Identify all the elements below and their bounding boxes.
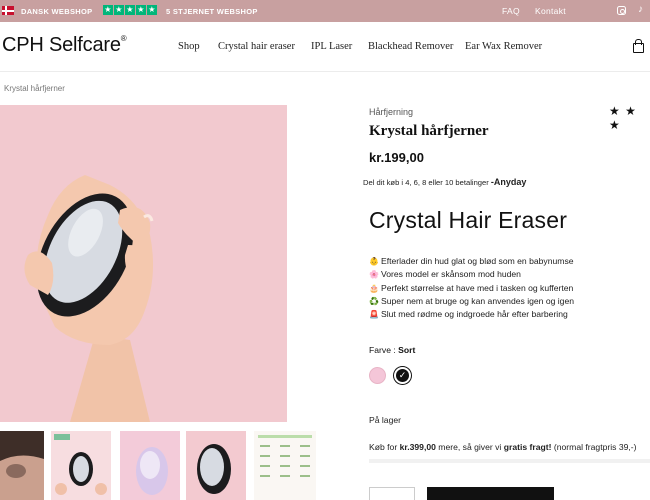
- thumbnail-2[interactable]: [51, 431, 111, 500]
- selected-color: Sort: [398, 345, 416, 355]
- announcement-bar: DANSK WEBSHOP ★ ★ ★ ★ ★ 5 STJERNET WEBSH…: [0, 0, 650, 22]
- check-icon: ✓: [398, 370, 407, 380]
- breadcrumb[interactable]: Krystal hårfjerner: [4, 84, 65, 93]
- nav-item-crystal-hair-eraser[interactable]: Crystal hair eraser: [218, 41, 295, 52]
- star-icon: ★: [103, 5, 113, 15]
- feature-item: 🚨 Slut med rødme og indgroede hår efter b…: [369, 308, 574, 321]
- anyday-logo: -Anyday: [490, 177, 527, 187]
- thumbnail-3[interactable]: [120, 431, 180, 500]
- feature-item: 🌸 Vores model er skånsom mod huden: [369, 268, 574, 281]
- flower-icon: 🌸: [369, 270, 379, 280]
- trustpilot-stars: ★ ★ ★ ★ ★: [103, 5, 157, 15]
- split-payment-text: Del dit køb i 4, 6, 8 eller 10 betalinge…: [363, 178, 489, 187]
- siren-icon: 🚨: [369, 310, 379, 320]
- thumbnail-5[interactable]: [254, 431, 316, 500]
- star-icon: ★: [125, 5, 135, 15]
- add-to-cart-button[interactable]: [427, 487, 554, 500]
- free-shipping-progress-bar: [369, 459, 650, 463]
- five-star-webshop-label: 5 STJERNET WEBSHOP: [166, 7, 258, 16]
- stock-status: På lager: [369, 415, 402, 425]
- color-swatch-black[interactable]: ✓: [394, 367, 411, 384]
- recycle-icon: ♻️: [369, 296, 379, 306]
- feature-item: ♻️ Super nem at bruge og kan anvendes ige…: [369, 295, 574, 308]
- product-price: kr.199,00: [369, 150, 424, 165]
- rating-stars[interactable]: ★ ★ ★: [609, 104, 650, 132]
- product-main-image[interactable]: [0, 105, 287, 422]
- feature-item: 🎂 Perfekt størrelse at have med i tasken …: [369, 282, 574, 295]
- bag-icon[interactable]: [633, 39, 644, 53]
- color-swatch-pink[interactable]: [369, 367, 386, 384]
- product-hero-title: Crystal Hair Eraser: [369, 207, 568, 233]
- danish-webshop-label: DANSK WEBSHOP: [21, 7, 93, 16]
- danish-flag-icon: [2, 6, 14, 15]
- site-header: CPH Selfcare® Shop Crystal hair eraser I…: [0, 22, 650, 72]
- quantity-stepper[interactable]: [369, 487, 415, 500]
- thumbnail-4[interactable]: [186, 431, 246, 500]
- hand-holding-eraser-illustration: [0, 105, 287, 422]
- star-icon: ★: [147, 5, 157, 15]
- product-title: Krystal hårfjerner: [369, 123, 489, 139]
- cake-icon: 🎂: [369, 283, 379, 293]
- instagram-icon[interactable]: [617, 6, 626, 15]
- nav-item-ipl-laser[interactable]: IPL Laser: [311, 41, 352, 52]
- baby-icon: 👶: [369, 257, 379, 266]
- feature-list: 👶 Efterlader din hud glat og blød som en …: [369, 255, 574, 321]
- site-logo[interactable]: CPH Selfcare®: [2, 34, 127, 57]
- free-shipping-message: Køb for kr.399,00 mere, så giver vi grat…: [369, 442, 637, 452]
- product-category[interactable]: Hårfjerning: [369, 107, 413, 117]
- nav-item-ear-wax-remover[interactable]: Ear Wax Remover: [465, 41, 542, 52]
- color-selector-label: Farve : Sort: [369, 345, 416, 355]
- thumbnail-1[interactable]: [0, 431, 44, 500]
- anyday-payment-info[interactable]: Del dit køb i 4, 6, 8 eller 10 betalinge…: [363, 177, 526, 187]
- thumbnail-strip: [0, 431, 320, 500]
- faq-link[interactable]: FAQ: [502, 6, 520, 16]
- nav-item-blackhead-remover[interactable]: Blackhead Remover: [368, 41, 453, 52]
- contact-link[interactable]: Kontakt: [535, 6, 566, 16]
- feature-item: 👶 Efterlader din hud glat og blød som en …: [369, 255, 574, 268]
- star-icon: ★: [136, 5, 146, 15]
- nav-item-shop[interactable]: Shop: [178, 41, 200, 52]
- tiktok-icon[interactable]: ♪: [638, 4, 643, 15]
- star-icon: ★: [114, 5, 124, 15]
